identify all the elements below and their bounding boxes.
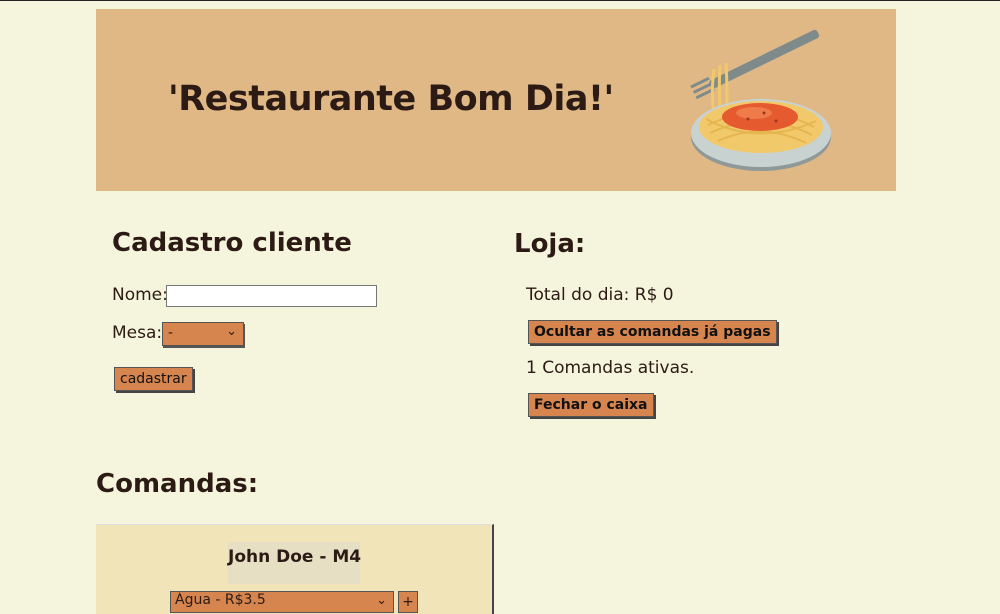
product-selected-value: Água - R$3.5 xyxy=(175,592,266,608)
total-do-dia: Total do dia: R$ 0 xyxy=(526,285,674,305)
comanda-card: John Doe - M4 Água - R$3.5 ⌄ + xyxy=(96,524,494,614)
mesa-selected-value: - xyxy=(168,325,174,341)
product-select[interactable]: Água - R$3.5 ⌄ xyxy=(170,591,394,613)
hide-paid-orders-button[interactable]: Ocultar as comandas já pagas xyxy=(528,320,777,344)
top-border xyxy=(0,0,1000,1)
comandas-section-title: Comandas: xyxy=(96,469,259,499)
add-product-button[interactable]: + xyxy=(398,591,418,613)
spaghetti-plate-icon xyxy=(688,29,838,178)
mesa-select[interactable]: - ⌄ xyxy=(162,322,244,346)
close-register-button[interactable]: Fechar o caixa xyxy=(528,393,654,417)
chevron-down-icon: ⌄ xyxy=(226,324,237,339)
mesa-label: Mesa: xyxy=(112,323,163,343)
cadastrar-button[interactable]: cadastrar xyxy=(114,367,193,391)
restaurant-title: 'Restaurante Bom Dia!' xyxy=(168,79,614,119)
chevron-down-icon: ⌄ xyxy=(376,593,387,608)
comanda-client-name: John Doe - M4 xyxy=(228,542,361,584)
site-header: 'Restaurante Bom Dia!' xyxy=(96,9,896,191)
nome-label: Nome: xyxy=(112,285,168,305)
active-orders-count: 1 Comandas ativas. xyxy=(526,358,695,378)
loja-section-title: Loja: xyxy=(514,229,586,259)
cadastro-section-title: Cadastro cliente xyxy=(112,228,352,258)
nome-input[interactable] xyxy=(166,285,377,307)
